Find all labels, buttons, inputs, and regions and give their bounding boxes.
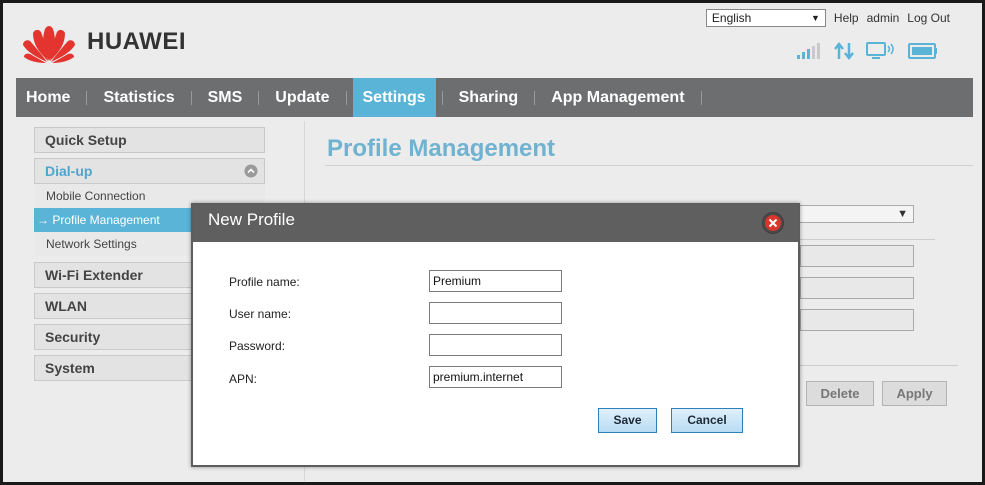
data-transfer-icon: [834, 42, 854, 60]
save-button[interactable]: Save: [598, 408, 657, 433]
nav-separator: [86, 90, 88, 105]
status-icons: [796, 41, 938, 61]
new-profile-dialog: New Profile Profile name: Premium User n…: [191, 203, 800, 467]
dropdown-arrow-icon: ▼: [811, 13, 820, 23]
user-name-label: User name:: [229, 307, 292, 321]
page-title: Profile Management: [327, 135, 556, 162]
apn-label: APN:: [229, 372, 258, 386]
help-link[interactable]: Help: [834, 11, 859, 25]
dialog-title: New Profile: [208, 210, 295, 229]
section-rule: [798, 239, 935, 240]
collapse-icon: [244, 164, 258, 178]
profile-select[interactable]: ▼: [798, 205, 914, 223]
dialog-header: New Profile: [193, 205, 798, 242]
nav-separator: [700, 90, 702, 105]
profile-field[interactable]: [800, 277, 914, 299]
cancel-button[interactable]: Cancel: [671, 408, 743, 433]
nav-separator: [345, 90, 347, 105]
profile-name-label: Profile name:: [229, 275, 300, 289]
nav-separator: [534, 90, 536, 105]
nav-settings[interactable]: Settings: [352, 78, 436, 117]
close-button[interactable]: [762, 212, 784, 234]
close-icon: [765, 215, 781, 231]
top-bar: English ▼ Help admin Log Out: [705, 9, 950, 27]
user-name-input[interactable]: [429, 302, 562, 324]
nav-sms[interactable]: SMS: [198, 78, 253, 117]
password-label: Password:: [229, 339, 286, 353]
user-link[interactable]: admin: [867, 11, 900, 25]
nav-sharing[interactable]: Sharing: [449, 78, 529, 117]
sidebar-dialup[interactable]: Dial-up: [34, 158, 265, 184]
sidebar-quick-setup[interactable]: Quick Setup: [34, 127, 265, 153]
language-select[interactable]: English ▼: [705, 9, 826, 27]
wifi-clients-icon: [866, 42, 894, 59]
delete-button[interactable]: Delete: [806, 381, 874, 406]
language-value: English: [711, 11, 752, 25]
dropdown-arrow-icon: ▼: [897, 208, 908, 220]
nav-statistics[interactable]: Statistics: [93, 78, 184, 117]
apply-button[interactable]: Apply: [882, 381, 947, 406]
apn-input[interactable]: premium.internet: [429, 366, 562, 388]
profile-name-input[interactable]: Premium: [429, 270, 562, 292]
section-rule: [798, 365, 958, 366]
huawei-logo: HUAWEI: [21, 21, 186, 63]
nav-home[interactable]: Home: [16, 78, 80, 117]
nav-app-management[interactable]: App Management: [541, 78, 694, 117]
password-input[interactable]: [429, 334, 562, 356]
signal-strength-icon: [797, 43, 820, 59]
logout-link[interactable]: Log Out: [907, 11, 950, 25]
huawei-flower-icon: [23, 26, 75, 63]
battery-icon: [908, 43, 937, 59]
nav-update[interactable]: Update: [265, 78, 339, 117]
brand-name: HUAWEI: [87, 28, 186, 55]
profile-field[interactable]: [800, 309, 914, 331]
profile-field[interactable]: [800, 245, 914, 267]
sidebar-dialup-label: Dial-up: [45, 163, 93, 179]
nav-separator: [258, 90, 260, 105]
nav-separator: [190, 90, 192, 105]
nav-separator: [441, 90, 443, 105]
browser-frame: HUAWEI English ▼ Help admin Log Out Home…: [0, 0, 985, 485]
title-rule: [325, 165, 973, 166]
main-nav: Home Statistics SMS Update Settings Shar…: [16, 78, 973, 117]
